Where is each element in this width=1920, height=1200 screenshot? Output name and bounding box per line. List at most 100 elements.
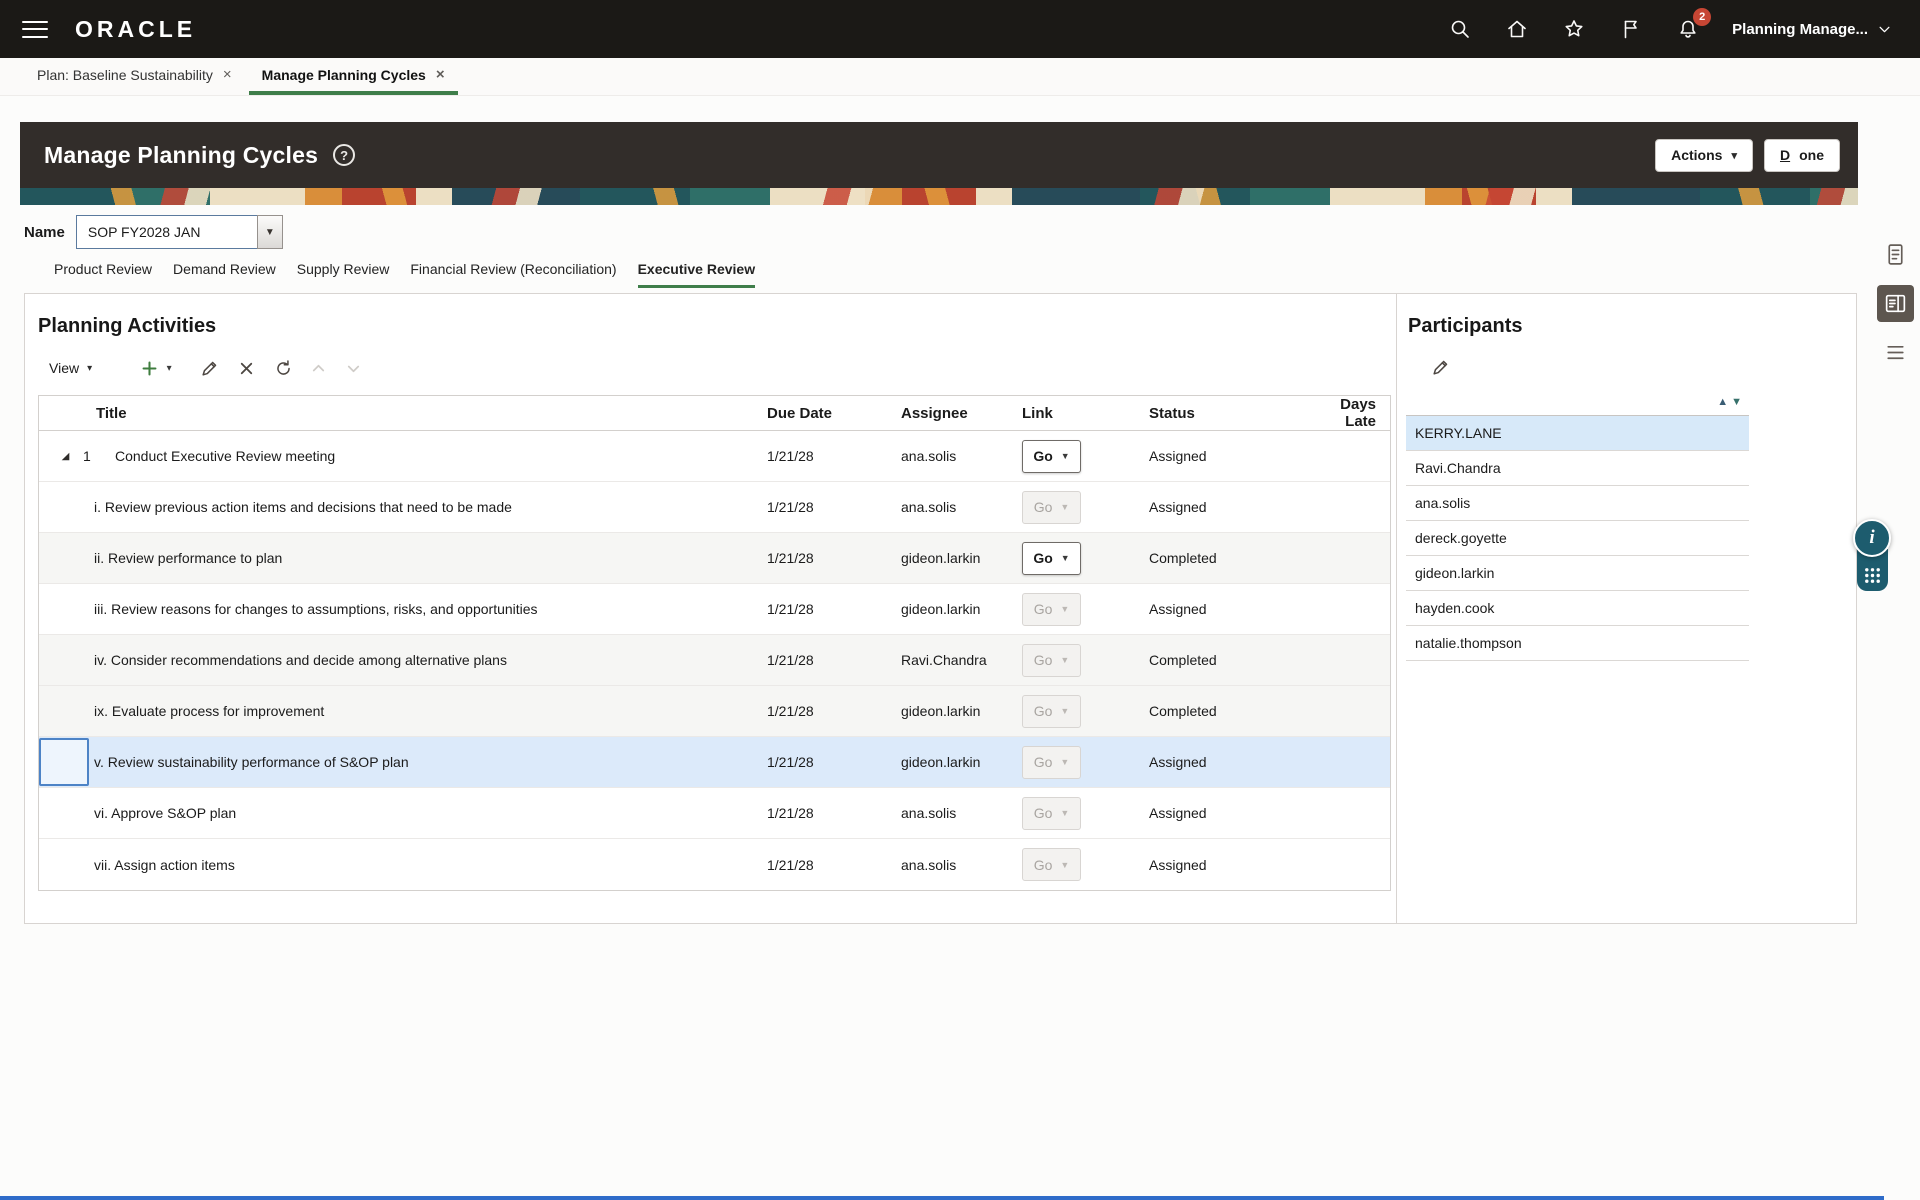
activity-row[interactable]: i. Review previous action items and deci… bbox=[39, 482, 1390, 533]
document-tab[interactable]: Plan: Baseline Sustainability × bbox=[24, 58, 245, 95]
column-header-link[interactable]: Link bbox=[1022, 405, 1149, 422]
done-button[interactable]: Done bbox=[1764, 139, 1840, 172]
user-menu-label: Planning Manage... bbox=[1732, 21, 1868, 38]
notifications-bell-icon[interactable]: 2 bbox=[1675, 16, 1701, 42]
participant-item[interactable]: ana.solis bbox=[1406, 486, 1749, 521]
activity-row[interactable]: iii. Review reasons for changes to assum… bbox=[39, 584, 1390, 635]
delete-activity-icon[interactable] bbox=[233, 355, 259, 381]
search-icon[interactable] bbox=[1447, 16, 1473, 42]
decorative-banner bbox=[20, 188, 1858, 205]
assignee-cell: gideon.larkin bbox=[901, 550, 1022, 566]
tab-close-icon[interactable]: × bbox=[436, 67, 445, 82]
go-button-label: Go bbox=[1034, 805, 1053, 821]
user-menu[interactable]: Planning Manage... bbox=[1732, 21, 1892, 38]
participant-name: KERRY.LANE bbox=[1415, 425, 1502, 441]
review-tab[interactable]: Supply Review bbox=[297, 261, 390, 288]
go-button-label: Go bbox=[1033, 550, 1052, 566]
go-button[interactable]: Go ▼ bbox=[1022, 695, 1081, 728]
due-date-cell: 1/21/28 bbox=[767, 703, 901, 719]
activity-row[interactable]: vii. Assign action items 1/21/28 ana.sol… bbox=[39, 839, 1390, 890]
go-button[interactable]: Go ▼ bbox=[1022, 746, 1081, 779]
edit-participants-icon[interactable] bbox=[1427, 354, 1453, 380]
activity-row[interactable]: ii. Review performance to plan 1/21/28 g… bbox=[39, 533, 1390, 584]
column-header-due-date[interactable]: Due Date bbox=[767, 405, 901, 422]
chevron-up-icon[interactable] bbox=[305, 355, 331, 381]
favorites-star-icon[interactable] bbox=[1561, 16, 1587, 42]
flag-icon[interactable] bbox=[1618, 16, 1644, 42]
info-button[interactable]: i bbox=[1853, 519, 1891, 557]
help-icon[interactable]: ? bbox=[333, 144, 355, 166]
go-button[interactable]: Go ▼ bbox=[1022, 644, 1081, 677]
sort-descending-icon[interactable]: ▼ bbox=[1731, 397, 1742, 408]
combobox-dropdown-button[interactable]: ▼ bbox=[257, 215, 283, 249]
review-tab[interactable]: Demand Review bbox=[173, 261, 276, 288]
status-cell: Assigned bbox=[1149, 754, 1309, 770]
done-button-accesskey: D bbox=[1780, 147, 1790, 163]
document-tab[interactable]: Manage Planning Cycles × bbox=[249, 58, 458, 95]
go-button[interactable]: Go ▼ bbox=[1022, 593, 1081, 626]
due-date-cell: 1/21/28 bbox=[767, 448, 901, 464]
status-cell: Assigned bbox=[1149, 857, 1309, 873]
actions-button[interactable]: Actions ▾ bbox=[1655, 139, 1753, 172]
participant-item[interactable]: hayden.cook bbox=[1406, 591, 1749, 626]
activity-title: ix. Evaluate process for improvement bbox=[94, 703, 324, 719]
panel-view-icon[interactable] bbox=[1877, 285, 1914, 322]
activity-row[interactable]: iv. Consider recommendations and decide … bbox=[39, 635, 1390, 686]
chevron-down-icon[interactable] bbox=[340, 355, 366, 381]
sort-ascending-icon[interactable]: ▲ bbox=[1717, 397, 1728, 408]
chevron-down-icon bbox=[1877, 22, 1892, 37]
chevron-down-icon: ▾ bbox=[87, 363, 92, 374]
go-button[interactable]: Go ▼ bbox=[1022, 848, 1081, 881]
activity-title: iv. Consider recommendations and decide … bbox=[94, 652, 507, 668]
participants-list-body: KERRY.LANE Ravi.Chandra ana.solis dereck… bbox=[1406, 416, 1749, 661]
status-cell: Assigned bbox=[1149, 601, 1309, 617]
home-icon[interactable] bbox=[1504, 16, 1530, 42]
go-button[interactable]: Go ▼ bbox=[1022, 797, 1081, 830]
add-activity-icon[interactable] bbox=[136, 355, 162, 381]
list-view-icon[interactable] bbox=[1877, 334, 1914, 371]
add-dropdown-icon[interactable]: ▾ bbox=[162, 355, 176, 381]
activity-title: iii. Review reasons for changes to assum… bbox=[94, 601, 538, 617]
activity-title-cell: ix. Evaluate process for improvement bbox=[39, 703, 767, 719]
participant-item[interactable]: KERRY.LANE bbox=[1406, 416, 1749, 451]
activity-row[interactable]: v. Review sustainability performance of … bbox=[39, 737, 1390, 788]
participant-item[interactable]: natalie.thompson bbox=[1406, 626, 1749, 661]
activity-title-cell: ii. Review performance to plan bbox=[39, 550, 767, 566]
menu-icon[interactable] bbox=[22, 20, 48, 39]
activity-row[interactable]: vi. Approve S&OP plan 1/21/28 ana.solis … bbox=[39, 788, 1390, 839]
go-dropdown-icon: ▼ bbox=[1060, 655, 1069, 665]
review-tab[interactable]: Executive Review bbox=[638, 261, 756, 288]
tab-close-icon[interactable]: × bbox=[223, 67, 232, 82]
go-button-label: Go bbox=[1034, 857, 1053, 873]
participant-item[interactable]: Ravi.Chandra bbox=[1406, 451, 1749, 486]
refresh-icon[interactable] bbox=[270, 355, 296, 381]
column-header-status[interactable]: Status bbox=[1149, 405, 1309, 422]
assignee-cell: gideon.larkin bbox=[901, 601, 1022, 617]
participant-item[interactable]: gideon.larkin bbox=[1406, 556, 1749, 591]
participant-item[interactable]: dereck.goyette bbox=[1406, 521, 1749, 556]
activities-table: Title Due Date Assignee Link Status Days… bbox=[38, 395, 1391, 891]
column-header-days-late[interactable]: Days Late bbox=[1309, 396, 1390, 430]
go-button[interactable]: Go ▼ bbox=[1022, 542, 1081, 575]
activity-title-cell: vi. Approve S&OP plan bbox=[39, 805, 767, 821]
status-cell: Assigned bbox=[1149, 805, 1309, 821]
notes-page-icon[interactable] bbox=[1877, 236, 1914, 273]
expand-toggle-icon[interactable] bbox=[57, 448, 73, 464]
notification-badge: 2 bbox=[1693, 8, 1711, 26]
activity-row[interactable]: ix. Evaluate process for improvement 1/2… bbox=[39, 686, 1390, 737]
name-field-row: Name ▼ bbox=[24, 215, 1858, 249]
activities-table-header: Title Due Date Assignee Link Status Days… bbox=[39, 396, 1390, 431]
review-tab-label: Demand Review bbox=[173, 261, 276, 277]
review-tab[interactable]: Product Review bbox=[54, 261, 152, 288]
column-header-assignee[interactable]: Assignee bbox=[901, 405, 1022, 422]
review-tab[interactable]: Financial Review (Reconciliation) bbox=[410, 261, 616, 288]
go-button[interactable]: Go ▼ bbox=[1022, 440, 1081, 473]
go-button[interactable]: Go ▼ bbox=[1022, 491, 1081, 524]
activity-row[interactable]: 1 Conduct Executive Review meeting 1/21/… bbox=[39, 431, 1390, 482]
column-header-title[interactable]: Title bbox=[39, 405, 767, 422]
view-menu-button[interactable]: View ▾ bbox=[49, 360, 92, 376]
due-date-cell: 1/21/28 bbox=[767, 805, 901, 821]
due-date-cell: 1/21/28 bbox=[767, 652, 901, 668]
planning-cycle-input[interactable] bbox=[76, 215, 257, 249]
edit-activity-icon[interactable] bbox=[196, 355, 222, 381]
